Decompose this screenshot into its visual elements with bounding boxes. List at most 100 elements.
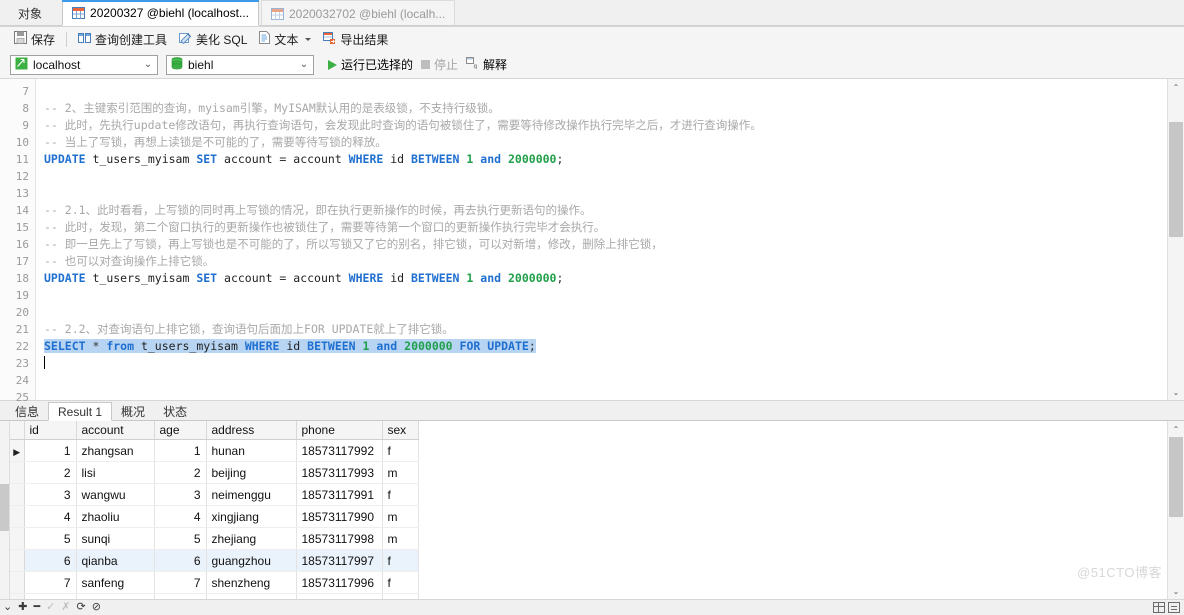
table-cell-age[interactable]: 5 <box>154 528 206 550</box>
row-marker[interactable]: ▶ <box>10 440 24 462</box>
table-row[interactable]: 7sanfeng7shenzheng18573117996f <box>10 572 418 594</box>
column-header-sex[interactable]: sex <box>382 421 418 440</box>
table-cell-sex[interactable]: f <box>382 572 418 594</box>
table-cell-account[interactable]: zhangsan <box>76 440 154 462</box>
scroll-up-arrow-icon[interactable]: ⌃ <box>1168 421 1184 437</box>
table-cell-phone[interactable]: 18573117998 <box>296 528 382 550</box>
table-row[interactable]: 3wangwu3neimenggu18573117991f <box>10 484 418 506</box>
table-cell-id[interactable]: 6 <box>24 550 76 572</box>
table-cell-phone[interactable]: 18573117993 <box>296 462 382 484</box>
table-cell-phone[interactable]: 18573117996 <box>296 572 382 594</box>
code-line[interactable] <box>44 389 1167 400</box>
table-cell-phone[interactable]: 18573117990 <box>296 506 382 528</box>
table-cell-id[interactable]: 1 <box>24 440 76 462</box>
table-cell-address[interactable]: beijing <box>206 462 296 484</box>
table-row[interactable]: 4zhaoliu4xingjiang18573117990m <box>10 506 418 528</box>
table-cell-account[interactable]: lisi <box>76 462 154 484</box>
column-header-address[interactable]: address <box>206 421 296 440</box>
cancel-edit-icon[interactable]: ✗ <box>61 602 70 613</box>
scrollbar-thumb[interactable] <box>1169 122 1183 237</box>
table-cell-age[interactable]: 4 <box>154 506 206 528</box>
grid-left-scrollbar[interactable] <box>0 421 10 599</box>
table-cell-sex[interactable]: m <box>382 462 418 484</box>
database-select[interactable]: biehl ⌄ <box>166 55 314 75</box>
form-view-icon[interactable] <box>1168 602 1180 613</box>
row-marker[interactable] <box>10 506 24 528</box>
table-cell-address[interactable]: zhejiang <box>206 528 296 550</box>
beautify-sql-button[interactable]: 美化 SQL <box>173 29 253 50</box>
table-cell-account[interactable]: zhaoliu <box>76 506 154 528</box>
row-marker[interactable] <box>10 528 24 550</box>
table-cell-age[interactable]: 6 <box>154 550 206 572</box>
editor-vertical-scrollbar[interactable]: ⌃ ⌄ <box>1167 79 1184 400</box>
scroll-up-arrow-icon[interactable]: ⌃ <box>1168 79 1184 95</box>
table-cell-id[interactable]: 2 <box>24 462 76 484</box>
column-header-age[interactable]: age <box>154 421 206 440</box>
run-selected-button[interactable]: 运行已选择的 <box>328 56 413 73</box>
stop-loading-icon[interactable]: ⊘ <box>92 602 101 613</box>
table-cell-age[interactable]: 1 <box>154 440 206 462</box>
table-row[interactable]: 6qianba6guangzhou18573117997f <box>10 550 418 572</box>
column-header-account[interactable]: account <box>76 421 154 440</box>
table-cell-address[interactable]: guangzhou <box>206 550 296 572</box>
table-cell-sex[interactable]: f <box>382 550 418 572</box>
table-cell-id[interactable]: 4 <box>24 506 76 528</box>
code-line[interactable]: -- 2.1、此时看看，上写锁的同时再上写锁的情况，即在执行更新操作的时候，再去… <box>44 202 1167 219</box>
table-cell-account[interactable]: sunqi <box>76 528 154 550</box>
code-line[interactable]: SELECT * from t_users_myisam WHERE id BE… <box>44 338 1167 355</box>
code-line[interactable] <box>44 287 1167 304</box>
table-cell-phone[interactable]: 18573117997 <box>296 550 382 572</box>
row-marker[interactable] <box>10 550 24 572</box>
confirm-edit-icon[interactable]: ✓ <box>46 602 55 613</box>
table-cell-sex[interactable]: m <box>382 506 418 528</box>
code-line[interactable] <box>44 372 1167 389</box>
explain-button[interactable]: g 解释 <box>466 56 507 73</box>
code-line[interactable] <box>44 83 1167 100</box>
sql-editor[interactable]: 7891011121314151617181920212223242526272… <box>0 79 1184 401</box>
result-grid-scroll[interactable]: idaccountageaddressphonesex ▶1zhangsan1h… <box>10 421 1167 599</box>
result-tab-2[interactable]: 概况 <box>112 402 154 421</box>
table-cell-id[interactable]: 7 <box>24 572 76 594</box>
row-marker[interactable] <box>10 462 24 484</box>
table-cell-sex[interactable]: f <box>382 440 418 462</box>
tab-object[interactable]: 对象 <box>0 0 60 26</box>
code-line[interactable]: -- 此时，发现，第二个窗口执行的更新操作也被锁住了，需要等待第一个窗口的更新操… <box>44 219 1167 236</box>
save-button[interactable]: 保存 <box>8 29 61 50</box>
table-cell-age[interactable]: 3 <box>154 484 206 506</box>
grid-left-scrollbar-thumb[interactable] <box>0 484 9 531</box>
scroll-down-arrow-icon[interactable]: ⌄ <box>1168 384 1184 400</box>
table-cell-phone[interactable]: 18573117992 <box>296 440 382 462</box>
result-tab-1[interactable]: Result 1 <box>48 402 112 421</box>
code-line[interactable]: UPDATE t_users_myisam SET account = acco… <box>44 270 1167 287</box>
text-button[interactable]: 文本 <box>253 29 317 50</box>
column-header-id[interactable]: id <box>24 421 76 440</box>
code-line[interactable] <box>44 355 1167 372</box>
table-cell-account[interactable]: wangwu <box>76 484 154 506</box>
tab-query-2020032702[interactable]: 2020032702 @biehl (localh... <box>261 0 455 26</box>
tab-query-20200327[interactable]: 20200327 @biehl (localhost... <box>62 0 259 26</box>
grid-vertical-scrollbar[interactable]: ⌃ ⌄ <box>1167 421 1184 599</box>
code-line[interactable]: -- 当上了写锁，再想上读锁是不可能的了，需要等待写锁的释放。 <box>44 134 1167 151</box>
table-cell-sex[interactable]: m <box>382 528 418 550</box>
chevron-down-icon[interactable]: ⌄ <box>297 60 311 70</box>
chevron-down-icon[interactable]: ⌄ <box>141 60 155 70</box>
result-tab-0[interactable]: 信息 <box>6 402 48 421</box>
code-line[interactable]: -- 此时，先执行update修改语句，再执行查询语句，会发现此时查询的语句被锁… <box>44 117 1167 134</box>
table-cell-account[interactable]: qianba <box>76 550 154 572</box>
table-cell-id[interactable]: 3 <box>24 484 76 506</box>
table-row[interactable]: ▶1zhangsan1hunan18573117992f <box>10 440 418 462</box>
code-line[interactable]: -- 也可以对查询操作上排它锁。 <box>44 253 1167 270</box>
table-cell-age[interactable]: 2 <box>154 462 206 484</box>
code-line[interactable] <box>44 168 1167 185</box>
stop-button[interactable]: 停止 <box>421 56 458 73</box>
code-line[interactable] <box>44 185 1167 202</box>
refresh-icon[interactable]: ⟳ <box>77 602 86 613</box>
table-cell-phone[interactable]: 18573117991 <box>296 484 382 506</box>
code-line[interactable]: UPDATE t_users_myisam SET account = acco… <box>44 151 1167 168</box>
first-record-icon[interactable]: ⌄ <box>3 602 12 613</box>
export-result-button[interactable]: 导出结果 <box>317 29 394 50</box>
table-cell-id[interactable]: 5 <box>24 528 76 550</box>
table-row[interactable]: 2lisi2beijing18573117993m <box>10 462 418 484</box>
code-line[interactable]: -- 即一旦先上了写锁，再上写锁也是不可能的了，所以写锁又了它的别名，排它锁，可… <box>44 236 1167 253</box>
code-line[interactable]: -- 2、主键索引范围的查询，myisam引擎，MyISAM默认用的是表级锁，不… <box>44 100 1167 117</box>
